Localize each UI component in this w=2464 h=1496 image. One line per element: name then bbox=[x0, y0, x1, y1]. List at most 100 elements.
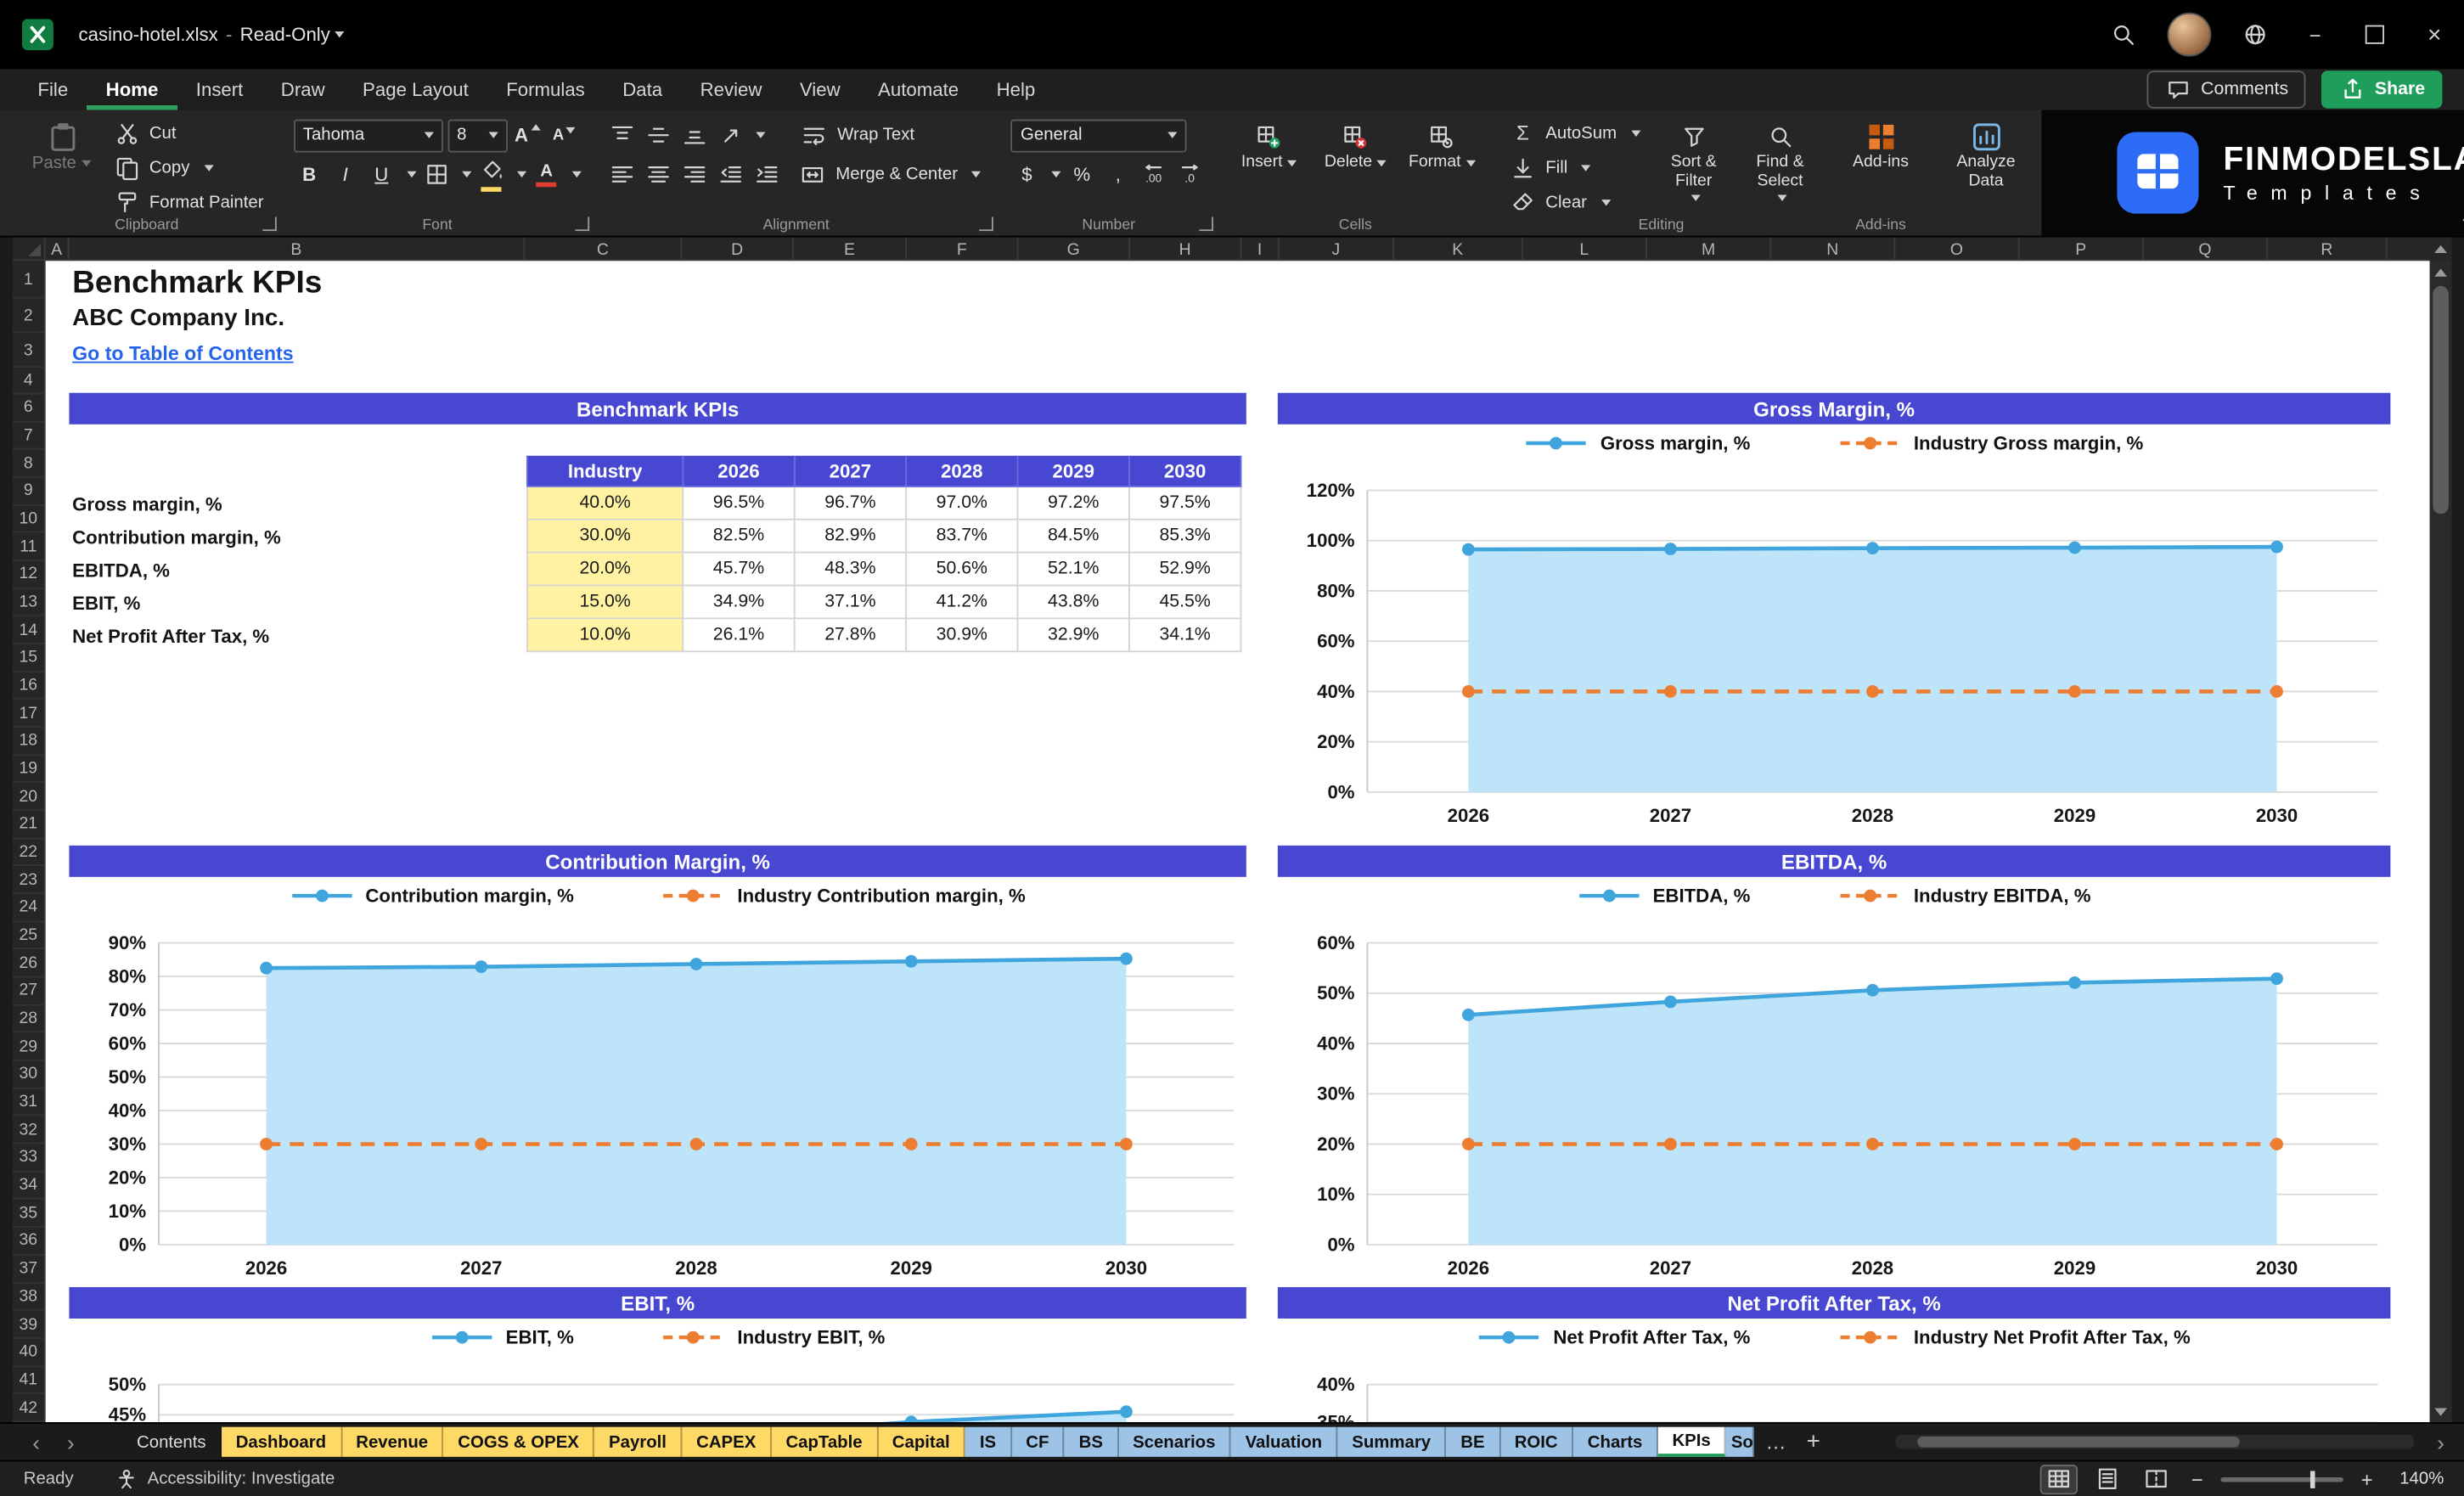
row-header-10[interactable]: 10 bbox=[12, 505, 44, 534]
chart-npat[interactable]: Net Profit After Tax, % Net Profit After … bbox=[1277, 1286, 2391, 1423]
column-header-I[interactable]: I bbox=[1241, 237, 1280, 260]
kpi-cell[interactable]: 32.9% bbox=[1018, 619, 1130, 653]
copy-button[interactable]: Copy bbox=[109, 151, 268, 184]
kpi-cell[interactable]: 10.0% bbox=[526, 619, 684, 653]
orientation-button[interactable] bbox=[715, 119, 746, 152]
increase-decimal-button[interactable]: .00 bbox=[1139, 158, 1170, 191]
browser-mode-button[interactable] bbox=[2225, 0, 2285, 69]
row-header-17[interactable]: 17 bbox=[12, 700, 44, 728]
kpi-cell[interactable]: 50.6% bbox=[907, 553, 1019, 587]
page-layout-view-button[interactable] bbox=[2090, 1465, 2125, 1492]
row-header-1[interactable]: 1 bbox=[12, 261, 44, 299]
column-header-M[interactable]: M bbox=[1647, 237, 1772, 260]
sheet-tab-charts[interactable]: Charts bbox=[1573, 1426, 1658, 1457]
sheet-tab-scenarios[interactable]: Scenarios bbox=[1118, 1426, 1231, 1457]
font-dialog-launcher[interactable] bbox=[575, 217, 589, 232]
bold-button[interactable]: B bbox=[294, 158, 325, 191]
chart-gross[interactable]: Gross Margin, % Gross margin, % Industry G… bbox=[1277, 392, 2391, 852]
fill-button[interactable]: Fill bbox=[1505, 151, 1645, 184]
row-header-41[interactable]: 41 bbox=[12, 1366, 44, 1395]
column-header-G[interactable]: G bbox=[1018, 237, 1130, 260]
font-color-button[interactable]: A bbox=[531, 158, 562, 191]
new-sheet-button[interactable]: + bbox=[1797, 1429, 1830, 1455]
row-header-38[interactable]: 38 bbox=[12, 1283, 44, 1312]
normal-view-button[interactable] bbox=[2039, 1464, 2079, 1494]
kpi-cell[interactable]: 48.3% bbox=[795, 553, 908, 587]
fill-color-menu[interactable] bbox=[516, 171, 526, 178]
row-header-8[interactable]: 8 bbox=[12, 450, 44, 478]
currency-menu[interactable] bbox=[1052, 171, 1062, 178]
zoom-slider-thumb[interactable] bbox=[2309, 1470, 2315, 1488]
sheet-tab-so[interactable]: So bbox=[1726, 1426, 1755, 1457]
row-header-27[interactable]: 27 bbox=[12, 978, 44, 1006]
page-break-view-button[interactable] bbox=[2139, 1465, 2174, 1492]
kpi-col-industry[interactable]: Industry bbox=[526, 455, 684, 487]
number-format-combo[interactable]: General bbox=[1010, 118, 1188, 152]
underline-menu[interactable] bbox=[406, 171, 417, 178]
sheet-tab-cf[interactable]: CF bbox=[1011, 1426, 1065, 1457]
table-of-contents-link[interactable]: Go to Table of Contents bbox=[72, 343, 293, 365]
kpi-cell[interactable]: 30.9% bbox=[907, 619, 1019, 653]
row-header-28[interactable]: 28 bbox=[12, 1005, 44, 1033]
row-header-19[interactable]: 19 bbox=[12, 756, 44, 784]
sheet-tab-capex[interactable]: CAPEX bbox=[682, 1426, 772, 1457]
row-header-11[interactable]: 11 bbox=[12, 533, 44, 561]
row-header-26[interactable]: 26 bbox=[12, 950, 44, 978]
row-header-23[interactable]: 23 bbox=[12, 867, 44, 895]
comma-style-button[interactable]: , bbox=[1102, 158, 1134, 191]
align-center-button[interactable] bbox=[643, 158, 674, 191]
borders-button[interactable] bbox=[421, 158, 453, 191]
accessibility-status[interactable]: Accessibility: Investigate bbox=[115, 1467, 335, 1491]
align-right-button[interactable] bbox=[678, 158, 710, 191]
kpi-cell[interactable]: 97.2% bbox=[1018, 486, 1130, 520]
sort-filter-button[interactable]: Sort & Filter bbox=[1656, 116, 1731, 218]
minimize-button[interactable]: − bbox=[2285, 0, 2344, 69]
row-header-6[interactable]: 6 bbox=[12, 395, 44, 423]
avatar[interactable] bbox=[2167, 12, 2212, 57]
row-header-12[interactable]: 12 bbox=[12, 561, 44, 589]
menu-tab-review[interactable]: Review bbox=[681, 69, 780, 110]
column-header-L[interactable]: L bbox=[1523, 237, 1647, 260]
close-button[interactable]: × bbox=[2405, 0, 2464, 69]
align-left-button[interactable] bbox=[606, 158, 638, 191]
kpi-cell[interactable]: 85.3% bbox=[1129, 520, 1242, 554]
kpi-col-2030[interactable]: 2030 bbox=[1129, 455, 1242, 487]
menu-tab-help[interactable]: Help bbox=[977, 69, 1054, 110]
vertical-scroll-thumb[interactable] bbox=[2433, 285, 2449, 515]
row-header-15[interactable]: 15 bbox=[12, 644, 44, 672]
column-header-C[interactable]: C bbox=[525, 237, 683, 260]
row-header-2[interactable]: 2 bbox=[12, 299, 44, 334]
horizontal-scrollbar[interactable] bbox=[1895, 1434, 2415, 1449]
wrap-text-button[interactable]: Wrap Text bbox=[796, 119, 920, 152]
sheet-tab-bs[interactable]: BS bbox=[1064, 1426, 1119, 1457]
column-header-A[interactable]: A bbox=[46, 237, 70, 260]
sheet-tab-contents[interactable]: Contents bbox=[122, 1426, 222, 1457]
row-header-13[interactable]: 13 bbox=[12, 589, 44, 617]
row-header-31[interactable]: 31 bbox=[12, 1088, 44, 1117]
menu-tab-data[interactable]: Data bbox=[604, 69, 681, 110]
currency-button[interactable]: $ bbox=[1011, 158, 1043, 191]
kpi-cell[interactable]: 27.8% bbox=[795, 619, 908, 653]
kpi-cell[interactable]: 82.9% bbox=[795, 520, 908, 554]
sheet-tab-captable[interactable]: CapTable bbox=[771, 1426, 879, 1457]
kpi-cell[interactable]: 41.2% bbox=[907, 586, 1019, 620]
column-header-B[interactable]: B bbox=[69, 237, 526, 260]
sheet-tab-dashboard[interactable]: Dashboard bbox=[222, 1426, 342, 1457]
menu-tab-draw[interactable]: Draw bbox=[262, 69, 344, 110]
italic-button[interactable]: I bbox=[329, 158, 361, 191]
kpi-cell[interactable]: 30.0% bbox=[526, 520, 684, 554]
chart-ebitda[interactable]: EBITDA, % EBITDA, % Industry EBITDA, % 0% 10… bbox=[1277, 845, 2391, 1304]
horizontal-scroll-thumb[interactable] bbox=[1917, 1436, 2240, 1448]
number-dialog-launcher[interactable] bbox=[1200, 217, 1214, 232]
menu-tab-insert[interactable]: Insert bbox=[177, 69, 262, 110]
align-bottom-button[interactable] bbox=[678, 119, 710, 152]
kpi-cell[interactable]: 40.0% bbox=[526, 486, 684, 520]
column-header-R[interactable]: R bbox=[2268, 237, 2388, 260]
zoom-out-button[interactable]: − bbox=[2188, 1467, 2207, 1491]
zoom-slider[interactable] bbox=[2220, 1470, 2343, 1488]
sheet-area[interactable]: Benchmark KPIs ABC Company Inc. Go to Ta… bbox=[45, 261, 2430, 1423]
row-header-33[interactable]: 33 bbox=[12, 1144, 44, 1173]
kpi-cell[interactable]: 96.7% bbox=[795, 486, 908, 520]
kpi-cell[interactable]: 26.1% bbox=[684, 619, 796, 653]
share-button[interactable]: Share bbox=[2321, 70, 2443, 109]
